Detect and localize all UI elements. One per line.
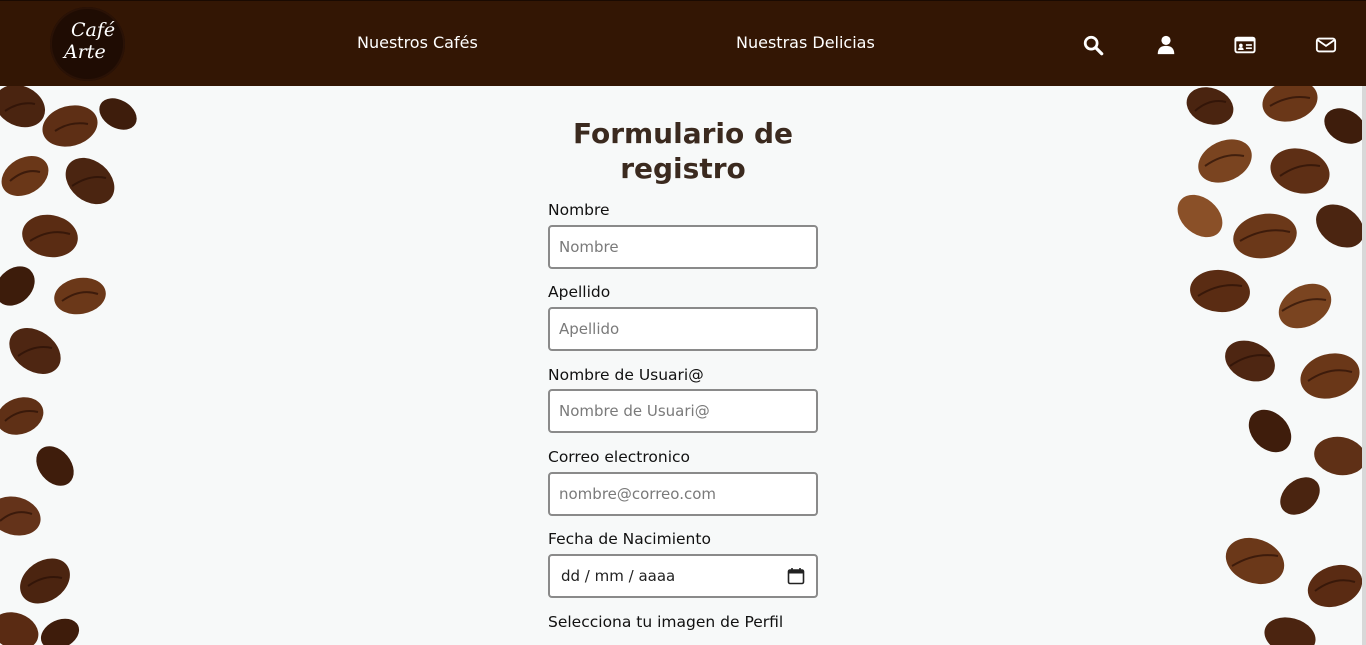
coffee-beans-decoration-left <box>0 86 150 645</box>
id-card-icon[interactable] <box>1234 34 1256 56</box>
label-apellido: Apellido <box>548 283 611 301</box>
label-nombre: Nombre <box>548 201 610 219</box>
label-usuario: Nombre de Usuari@ <box>548 366 704 384</box>
nav-link-nuestras-delicias[interactable]: Nuestras Delicias <box>736 33 875 52</box>
label-correo: Correo electronico <box>548 448 691 466</box>
calendar-icon[interactable] <box>787 567 805 585</box>
logo-text-line1: Café <box>71 19 116 41</box>
envelope-icon[interactable] <box>1315 34 1337 56</box>
apellido-input[interactable] <box>548 307 818 351</box>
search-icon[interactable] <box>1082 34 1104 56</box>
cafe-arte-logo[interactable]: Café Arte <box>50 7 125 81</box>
nav-link-nuestros-cafes[interactable]: Nuestros Cafés <box>357 33 478 52</box>
form-title: Formulario de registro <box>572 117 794 185</box>
label-fecha-nacimiento: Fecha de Nacimiento <box>548 530 711 548</box>
top-navbar: Café Arte Nuestros Cafés Nuestras Delici… <box>0 0 1366 86</box>
email-input[interactable] <box>548 472 818 516</box>
username-input[interactable] <box>548 389 818 433</box>
birthdate-input[interactable]: dd / mm / aaaa <box>548 554 818 598</box>
birthdate-placeholder: dd / mm / aaaa <box>561 567 676 585</box>
user-icon[interactable] <box>1155 34 1177 56</box>
label-imagen-perfil: Selecciona tu imagen de Perfil <box>548 613 784 631</box>
logo-text-line2: Arte <box>64 41 106 63</box>
nombre-input[interactable] <box>548 225 818 269</box>
page-scrollbar[interactable] <box>1362 86 1366 645</box>
coffee-beans-decoration-right <box>1170 86 1366 645</box>
